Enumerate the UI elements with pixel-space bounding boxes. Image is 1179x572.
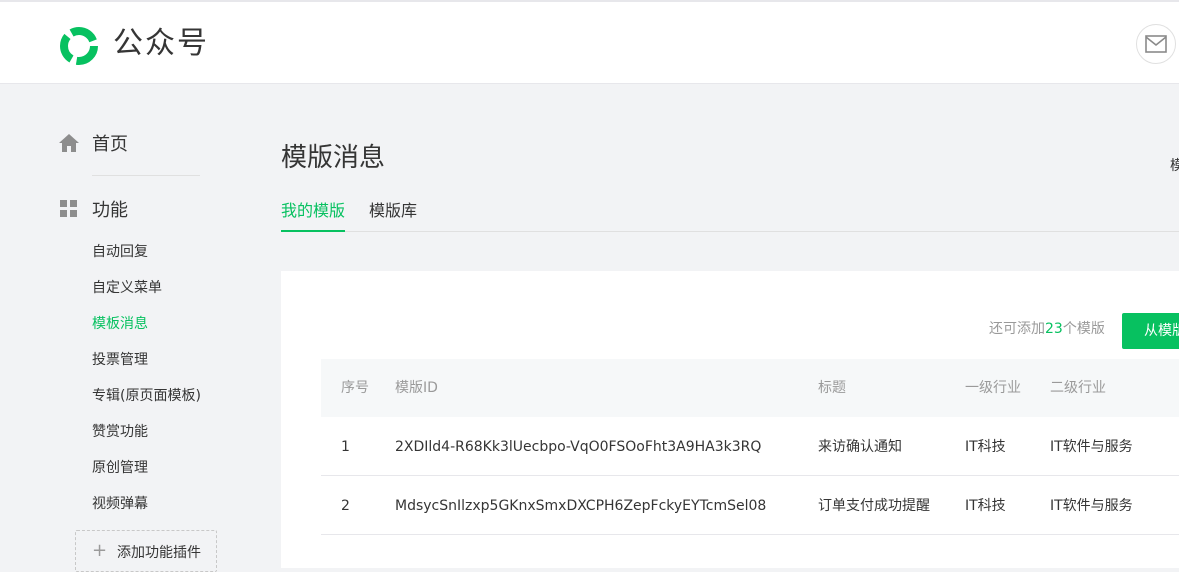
tab-my-templates[interactable]: 我的模版 bbox=[281, 200, 345, 222]
brand-title[interactable]: 公众号 bbox=[113, 24, 209, 64]
quota-text: 还可添加23个模版 bbox=[989, 319, 1105, 339]
grid-icon bbox=[60, 200, 77, 217]
cell-industry2: IT软件与服务 bbox=[1050, 498, 1133, 514]
template-panel: 还可添加23个模版 从模版 序号 模版ID 标题 一级行业 二级行业 1 2XD… bbox=[281, 271, 1179, 568]
column-header-index: 序号 bbox=[341, 380, 369, 396]
sidebar-item-vote-management[interactable]: 投票管理 bbox=[92, 350, 148, 370]
column-header-template-id: 模版ID bbox=[395, 380, 438, 396]
cell-index: 2 bbox=[341, 498, 350, 514]
cell-index: 1 bbox=[341, 439, 350, 455]
cell-industry2: IT软件与服务 bbox=[1050, 439, 1133, 455]
column-header-industry2: 二级行业 bbox=[1050, 380, 1106, 396]
page-title: 模版消息 bbox=[281, 143, 386, 173]
add-plugin-label: 添加功能插件 bbox=[117, 545, 201, 561]
sidebar-item-original-management[interactable]: 原创管理 bbox=[92, 458, 148, 478]
mail-icon bbox=[1145, 35, 1167, 53]
tab-bar: 我的模版 模版库 bbox=[281, 190, 1179, 232]
sidebar-item-label: 首页 bbox=[92, 134, 128, 155]
cell-industry1: IT科技 bbox=[965, 439, 1006, 455]
wechat-official-account-logo-icon[interactable] bbox=[57, 24, 101, 68]
cell-industry1: IT科技 bbox=[965, 498, 1006, 514]
sidebar-item-label: 功能 bbox=[92, 200, 128, 221]
cell-title: 来访确认通知 bbox=[818, 439, 902, 455]
sidebar-item-home[interactable]: 首页 bbox=[58, 128, 128, 158]
tab-template-library[interactable]: 模版库 bbox=[369, 200, 417, 222]
message-button[interactable] bbox=[1136, 24, 1176, 64]
sidebar-item-custom-menu[interactable]: 自定义菜单 bbox=[92, 278, 162, 298]
table-row[interactable]: 2 MdsycSnIlzxp5GKnxSmxDXCPH6ZepFckyEYTcm… bbox=[321, 476, 1179, 535]
sidebar-item-reward[interactable]: 赞赏功能 bbox=[92, 422, 148, 442]
cell-template-id: MdsycSnIlzxp5GKnxSmxDXCPH6ZepFckyEYTcmSe… bbox=[395, 498, 767, 514]
column-header-title: 标题 bbox=[818, 380, 846, 396]
table-header: 序号 模版ID 标题 一级行业 二级行业 bbox=[321, 359, 1179, 417]
template-table: 序号 模版ID 标题 一级行业 二级行业 1 2XDIld4-R68Kk3lUe… bbox=[321, 359, 1179, 535]
add-from-library-button[interactable]: 从模版 bbox=[1122, 313, 1179, 349]
home-icon bbox=[59, 134, 79, 152]
cell-template-id: 2XDIld4-R68Kk3lUecbpo-VqO0FSOoFht3A9HA3k… bbox=[395, 439, 762, 455]
table-row[interactable]: 1 2XDIld4-R68Kk3lUecbpo-VqO0FSOoFht3A9HA… bbox=[321, 417, 1179, 476]
top-bar: 公众号 bbox=[0, 0, 1179, 84]
add-plugin-button[interactable]: + 添加功能插件 bbox=[75, 530, 217, 572]
header-right-link[interactable]: 模 bbox=[1170, 155, 1179, 175]
cell-title: 订单支付成功提醒 bbox=[818, 498, 930, 514]
column-header-industry1: 一级行业 bbox=[965, 380, 1021, 396]
sidebar-item-video-danmaku[interactable]: 视频弹幕 bbox=[92, 494, 148, 514]
sidebar-divider bbox=[92, 175, 200, 176]
quota-prefix: 还可添加 bbox=[989, 321, 1045, 337]
active-tab-indicator bbox=[281, 230, 345, 232]
quota-count: 23 bbox=[1045, 321, 1063, 337]
sidebar-item-features[interactable]: 功能 bbox=[58, 194, 128, 224]
plus-icon: + bbox=[92, 540, 108, 561]
sidebar-item-template-message[interactable]: 模板消息 bbox=[92, 314, 148, 334]
sidebar-item-album[interactable]: 专辑(原页面模板) bbox=[92, 386, 201, 406]
sidebar-item-auto-reply[interactable]: 自动回复 bbox=[92, 242, 148, 262]
quota-suffix: 个模版 bbox=[1062, 321, 1105, 337]
